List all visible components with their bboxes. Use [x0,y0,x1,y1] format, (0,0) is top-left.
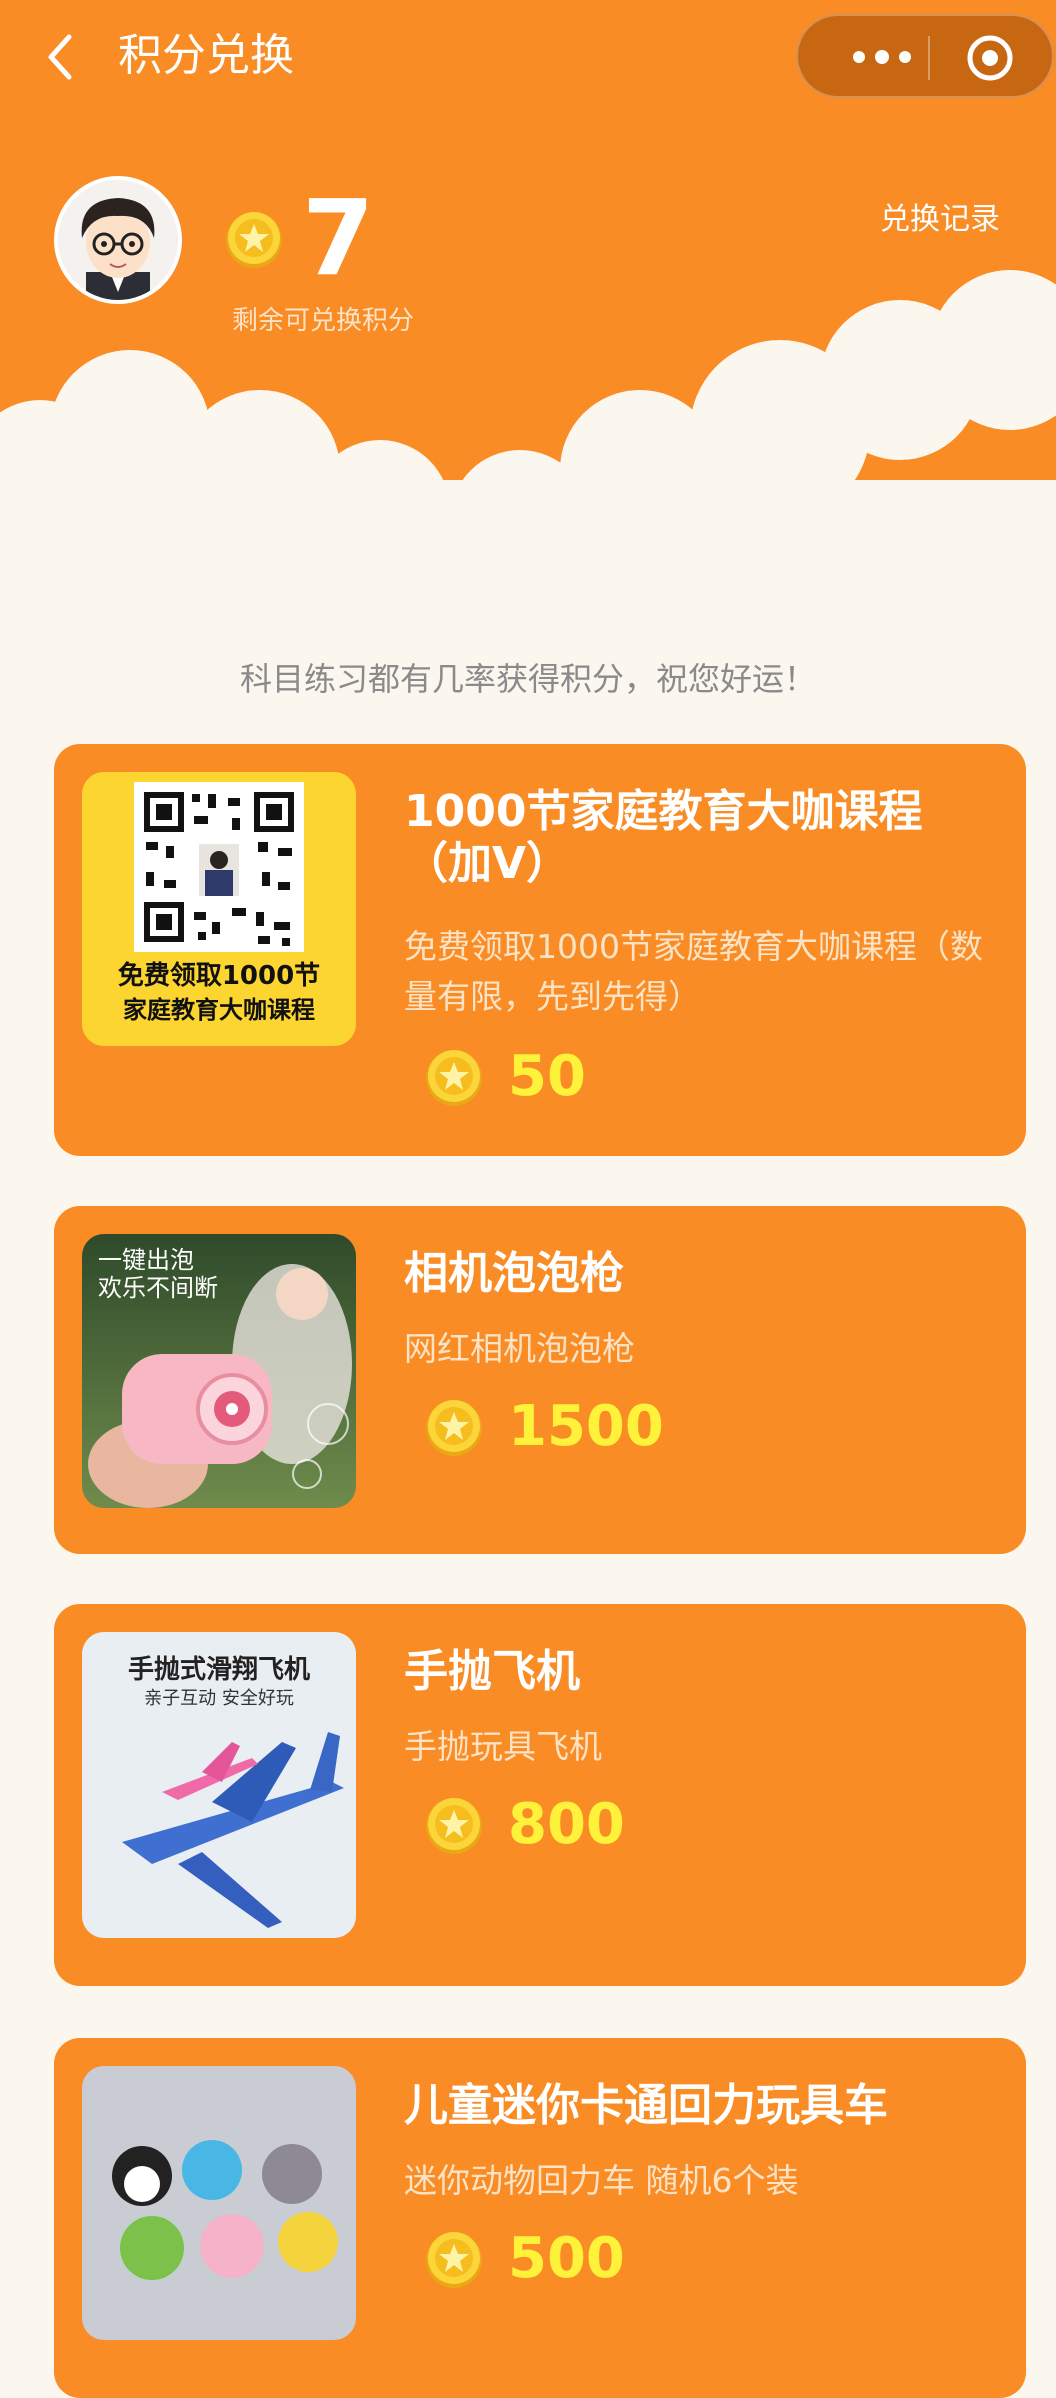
product-title: 1000节家庭教育大咖课程（加V） [404,786,923,889]
coin-icon [226,212,282,268]
price-value: 1500 [508,1393,664,1459]
page-title: 积分兑换 [118,30,294,81]
product-title: 相机泡泡枪 [404,1248,624,1299]
product-card[interactable]: 免费领取1000节 家庭教育大咖课程 1000节家庭教育大咖课程（加V） 免费领… [54,744,1026,1156]
image-caption-line1: 手抛式滑翔飞机 [128,1655,310,1685]
image-caption-line1: 免费领取1000节 [118,960,320,991]
image-caption-line2: 亲子互动 安全好玩 [144,1688,294,1709]
points-balance: 7 [302,177,375,299]
capsule-divider [928,36,930,80]
product-card[interactable]: 手抛式滑翔飞机 亲子互动 安全好玩 手抛飞机 手抛玩具飞机 800 [54,1604,1026,1986]
image-caption-line2: 欢乐不间断 [98,1274,218,1302]
product-image [82,2066,356,2340]
points-label: 剩余可兑换积分 [232,306,415,336]
price-value: 50 [508,1043,586,1109]
product-desc: 迷你动物回力车 随机6个装 [404,2161,799,2200]
coin-icon [426,1050,482,1106]
toy-cars-image [82,2066,356,2340]
more-button[interactable] [842,42,922,72]
image-caption-line1: 一键出泡 [98,1246,194,1274]
back-button[interactable] [38,30,82,84]
coin-icon [426,1798,482,1854]
close-miniapp-icon[interactable] [966,34,1014,82]
avatar [54,176,182,304]
toy-plane-image: 手抛式滑翔飞机 亲子互动 安全好玩 [82,1632,356,1938]
product-title: 手抛飞机 [404,1646,580,1697]
avatar-image [58,180,178,300]
product-price: 500 [422,2220,625,2296]
product-image: 一键出泡 欢乐不间断 [82,1234,356,1508]
tip-text: 科目练习都有几率获得积分，祝您好运！ [239,660,816,698]
image-caption-line2: 家庭教育大咖课程 [123,996,315,1024]
product-card[interactable]: 一键出泡 欢乐不间断 相机泡泡枪 网红相机泡泡枪 1500 [54,1206,1026,1554]
more-dot-icon [899,51,911,63]
product-desc: 免费领取1000节家庭教育大咖课程（数量有限，先到先得） [404,927,983,1016]
product-image: 手抛式滑翔飞机 亲子互动 安全好玩 [82,1632,356,1938]
product-desc: 手抛玩具飞机 [404,1727,602,1766]
coin-icon [426,1400,482,1456]
product-desc: 网红相机泡泡枪 [404,1329,635,1368]
header-banner: 积分兑换 7 剩余可兑换积分 兑换记录 [0,0,1056,500]
product-price: 1500 [422,1388,664,1464]
exchange-history-link[interactable]: 兑换记录 [880,194,1000,238]
price-value: 500 [508,2225,625,2291]
coin-icon [426,2232,482,2288]
more-dot-icon [875,50,889,64]
price-value: 800 [508,1791,625,1857]
miniapp-capsule [796,14,1054,98]
product-title: 儿童迷你卡通回力玩具车 [404,2080,888,2131]
product-price: 50 [422,1038,586,1114]
qr-code-image: 免费领取1000节 家庭教育大咖课程 [118,782,320,1024]
product-price: 800 [422,1786,625,1862]
more-dot-icon [853,51,865,63]
product-image: 免费领取1000节 家庭教育大咖课程 [82,772,356,1046]
chevron-left-icon [48,34,72,80]
product-card[interactable]: 儿童迷你卡通回力玩具车 迷你动物回力车 随机6个装 500 [54,2038,1026,2398]
bubble-camera-image: 一键出泡 欢乐不间断 [82,1234,356,1508]
